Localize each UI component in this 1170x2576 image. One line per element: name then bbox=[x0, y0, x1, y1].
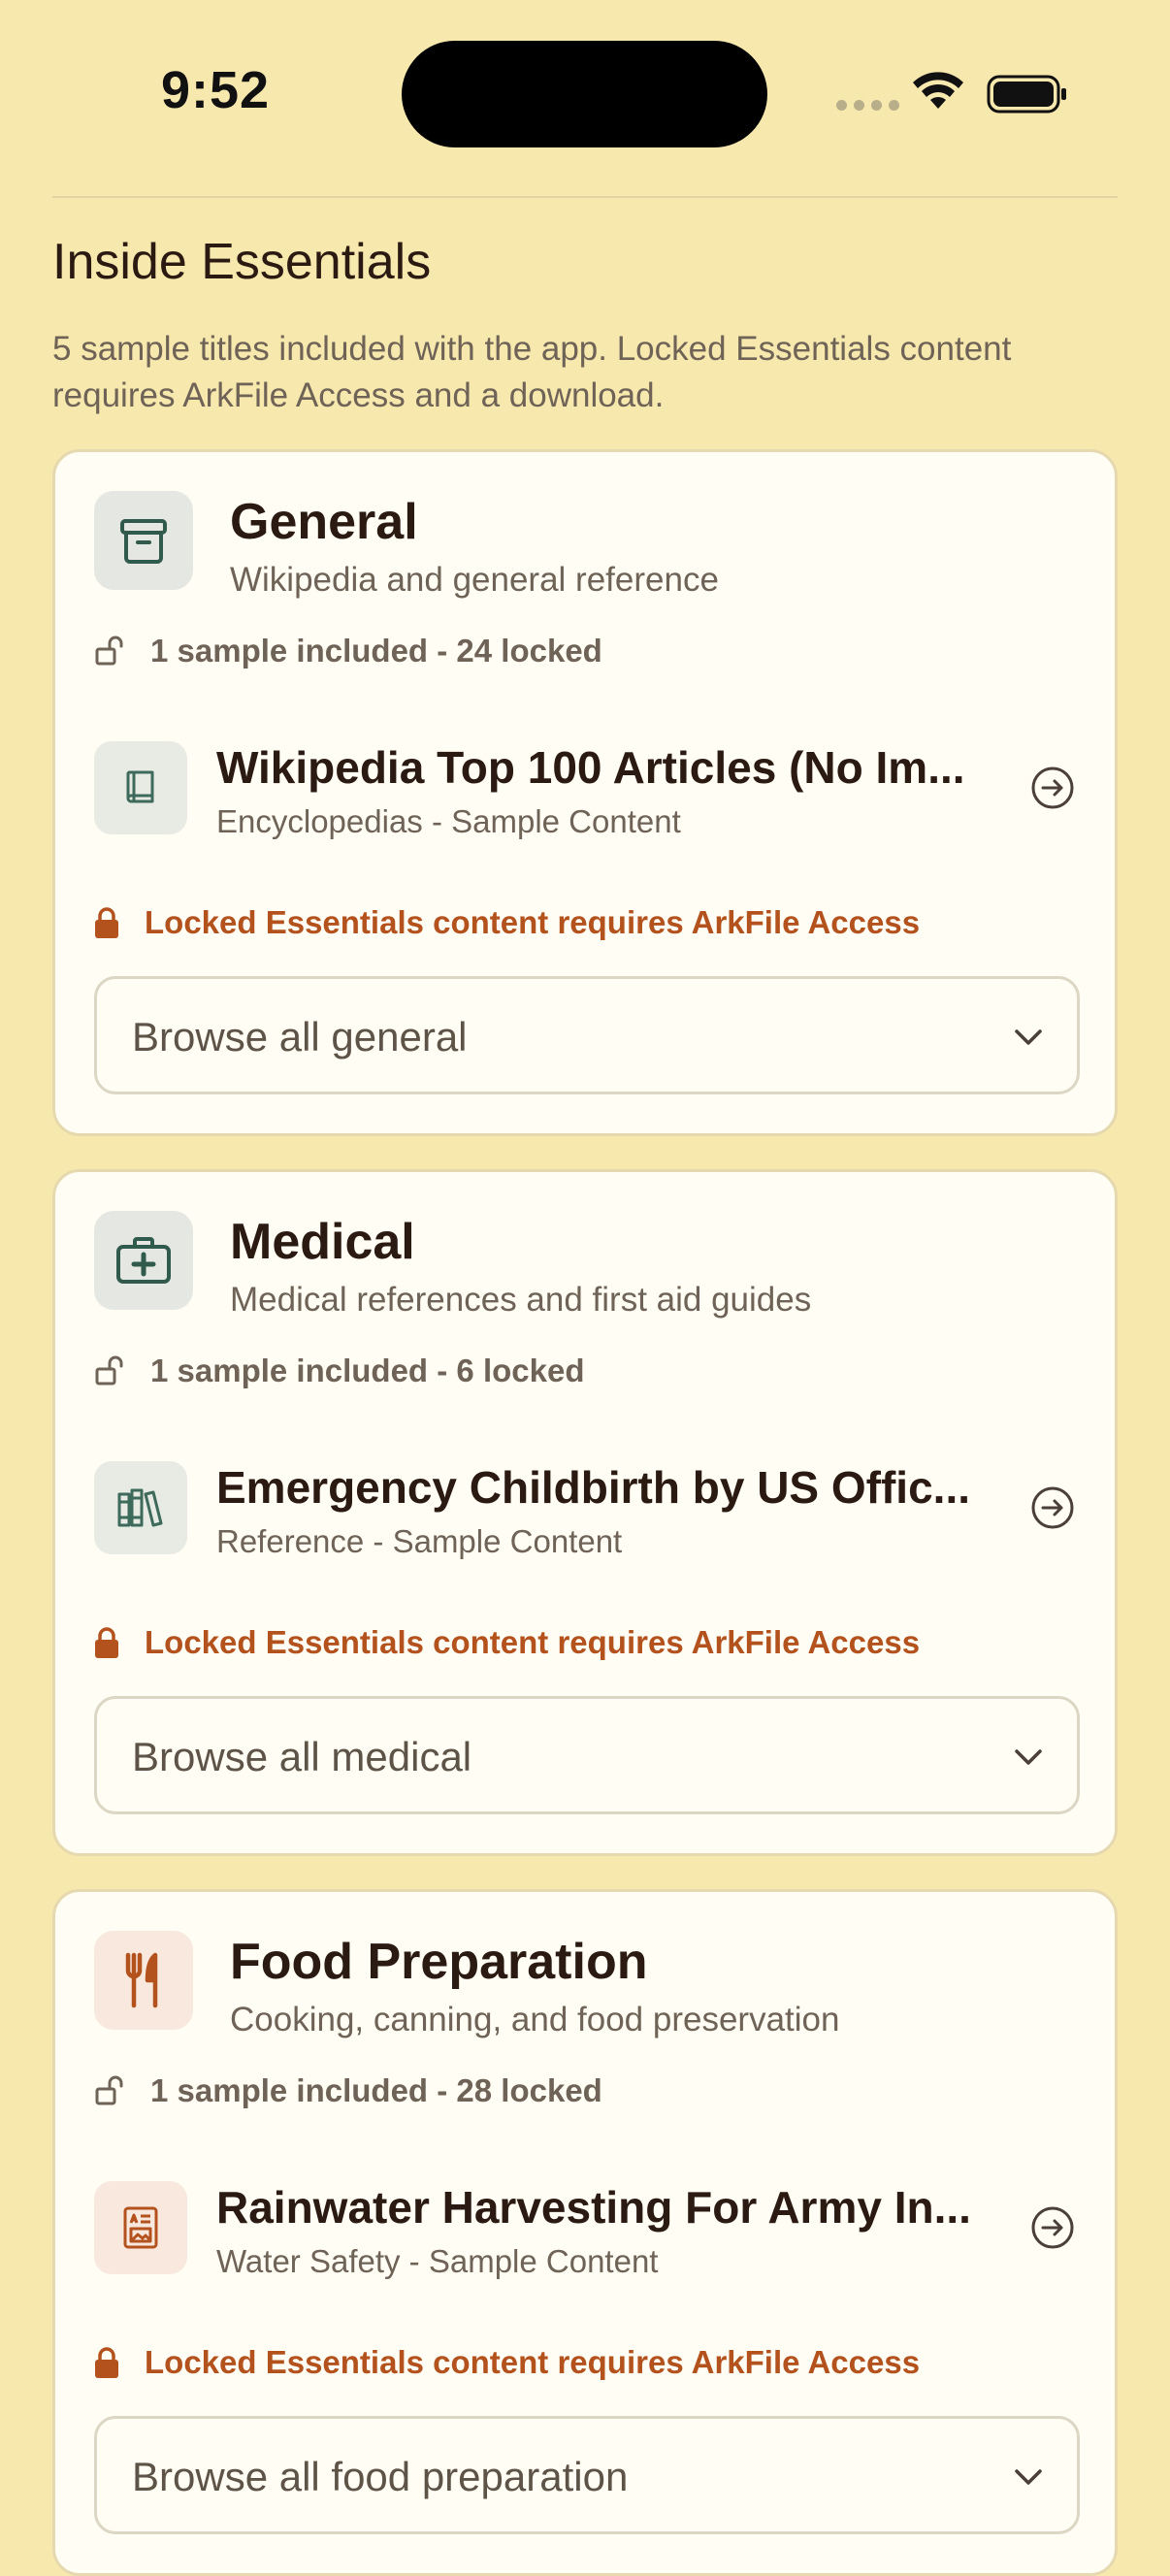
sample-count-row: 1 sample included - 28 locked bbox=[94, 2072, 602, 2109]
medical-kit-icon bbox=[94, 1211, 193, 1310]
dynamic-island bbox=[402, 41, 767, 147]
sample-count-text: 1 sample included - 6 locked bbox=[150, 1353, 585, 1388]
locked-notice-text: Locked Essentials content requires ArkFi… bbox=[145, 1624, 921, 1660]
category-title: General bbox=[230, 494, 418, 550]
category-title: Food Preparation bbox=[230, 1934, 648, 1990]
browse-all-food-preparation-dropdown[interactable]: Browse all food preparation bbox=[94, 2416, 1080, 2534]
unlock-icon bbox=[95, 636, 123, 666]
category-card-food-preparation: Food Preparation Cooking, canning, and f… bbox=[52, 1889, 1118, 2576]
sample-count-row: 1 sample included - 6 locked bbox=[94, 1353, 584, 1389]
sample-item-subtitle: Water Safety - Sample Content bbox=[216, 2243, 659, 2279]
category-subtitle: Cooking, canning, and food preservation bbox=[230, 2001, 840, 2038]
locked-notice: Locked Essentials content requires ArkFi… bbox=[94, 1624, 920, 1661]
sample-item-title[interactable]: Wikipedia Top 100 Articles (No Im... bbox=[216, 741, 992, 794]
chevron-down-icon bbox=[1015, 2469, 1042, 2485]
chevron-down-icon bbox=[1015, 1029, 1042, 1045]
locked-notice-text: Locked Essentials content requires ArkFi… bbox=[145, 904, 921, 940]
sample-count-text: 1 sample included - 28 locked bbox=[150, 2072, 602, 2108]
browse-all-general-dropdown[interactable]: Browse all general bbox=[94, 976, 1080, 1094]
open-arrow-icon[interactable] bbox=[1029, 765, 1076, 811]
sample-count-text: 1 sample included - 24 locked bbox=[150, 633, 602, 668]
archive-box-icon bbox=[94, 491, 193, 590]
lock-icon bbox=[95, 907, 118, 938]
sample-count-row: 1 sample included - 24 locked bbox=[94, 633, 602, 669]
battery-icon bbox=[987, 75, 1066, 114]
status-time: 9:52 bbox=[161, 61, 271, 119]
status-bar: 9:52 bbox=[0, 0, 1170, 184]
chevron-down-icon bbox=[1015, 1749, 1042, 1765]
unlock-icon bbox=[95, 2075, 123, 2105]
sample-item-title[interactable]: Rainwater Harvesting For Army In... bbox=[216, 2181, 992, 2234]
category-subtitle: Medical references and first aid guides bbox=[230, 1281, 812, 1319]
book-icon bbox=[94, 741, 187, 834]
document-icon bbox=[94, 2181, 187, 2274]
category-title: Medical bbox=[230, 1214, 415, 1270]
open-arrow-icon[interactable] bbox=[1029, 1484, 1076, 1531]
open-arrow-icon[interactable] bbox=[1029, 2204, 1076, 2251]
sample-item-subtitle: Reference - Sample Content bbox=[216, 1523, 623, 1559]
sample-item-title[interactable]: Emergency Childbirth by US Offic... bbox=[216, 1461, 992, 1514]
category-card-general: General Wikipedia and general reference … bbox=[52, 449, 1118, 1136]
browse-all-medical-dropdown[interactable]: Browse all medical bbox=[94, 1696, 1080, 1814]
locked-notice: Locked Essentials content requires ArkFi… bbox=[94, 904, 920, 941]
browse-label: Browse all general bbox=[132, 1014, 468, 1060]
unlock-icon bbox=[95, 1355, 123, 1386]
locked-notice-text: Locked Essentials content requires ArkFi… bbox=[145, 2344, 921, 2380]
books-icon bbox=[94, 1461, 187, 1554]
wifi-icon bbox=[913, 72, 963, 109]
category-subtitle: Wikipedia and general reference bbox=[230, 561, 719, 599]
lock-icon bbox=[95, 2347, 118, 2378]
section-description: 5 sample titles included with the app. L… bbox=[52, 330, 1012, 414]
fork-knife-icon bbox=[94, 1931, 193, 2030]
sample-item-subtitle: Encyclopedias - Sample Content bbox=[216, 803, 681, 839]
locked-notice: Locked Essentials content requires ArkFi… bbox=[94, 2344, 920, 2381]
cellular-signal-icon bbox=[836, 100, 899, 111]
lock-icon bbox=[95, 1627, 118, 1658]
browse-label: Browse all food preparation bbox=[132, 2454, 629, 2499]
category-card-medical: Medical Medical references and first aid… bbox=[52, 1169, 1118, 1856]
browse-label: Browse all medical bbox=[132, 1734, 472, 1779]
top-divider bbox=[52, 196, 1118, 198]
section-title: Inside Essentials bbox=[52, 234, 432, 290]
